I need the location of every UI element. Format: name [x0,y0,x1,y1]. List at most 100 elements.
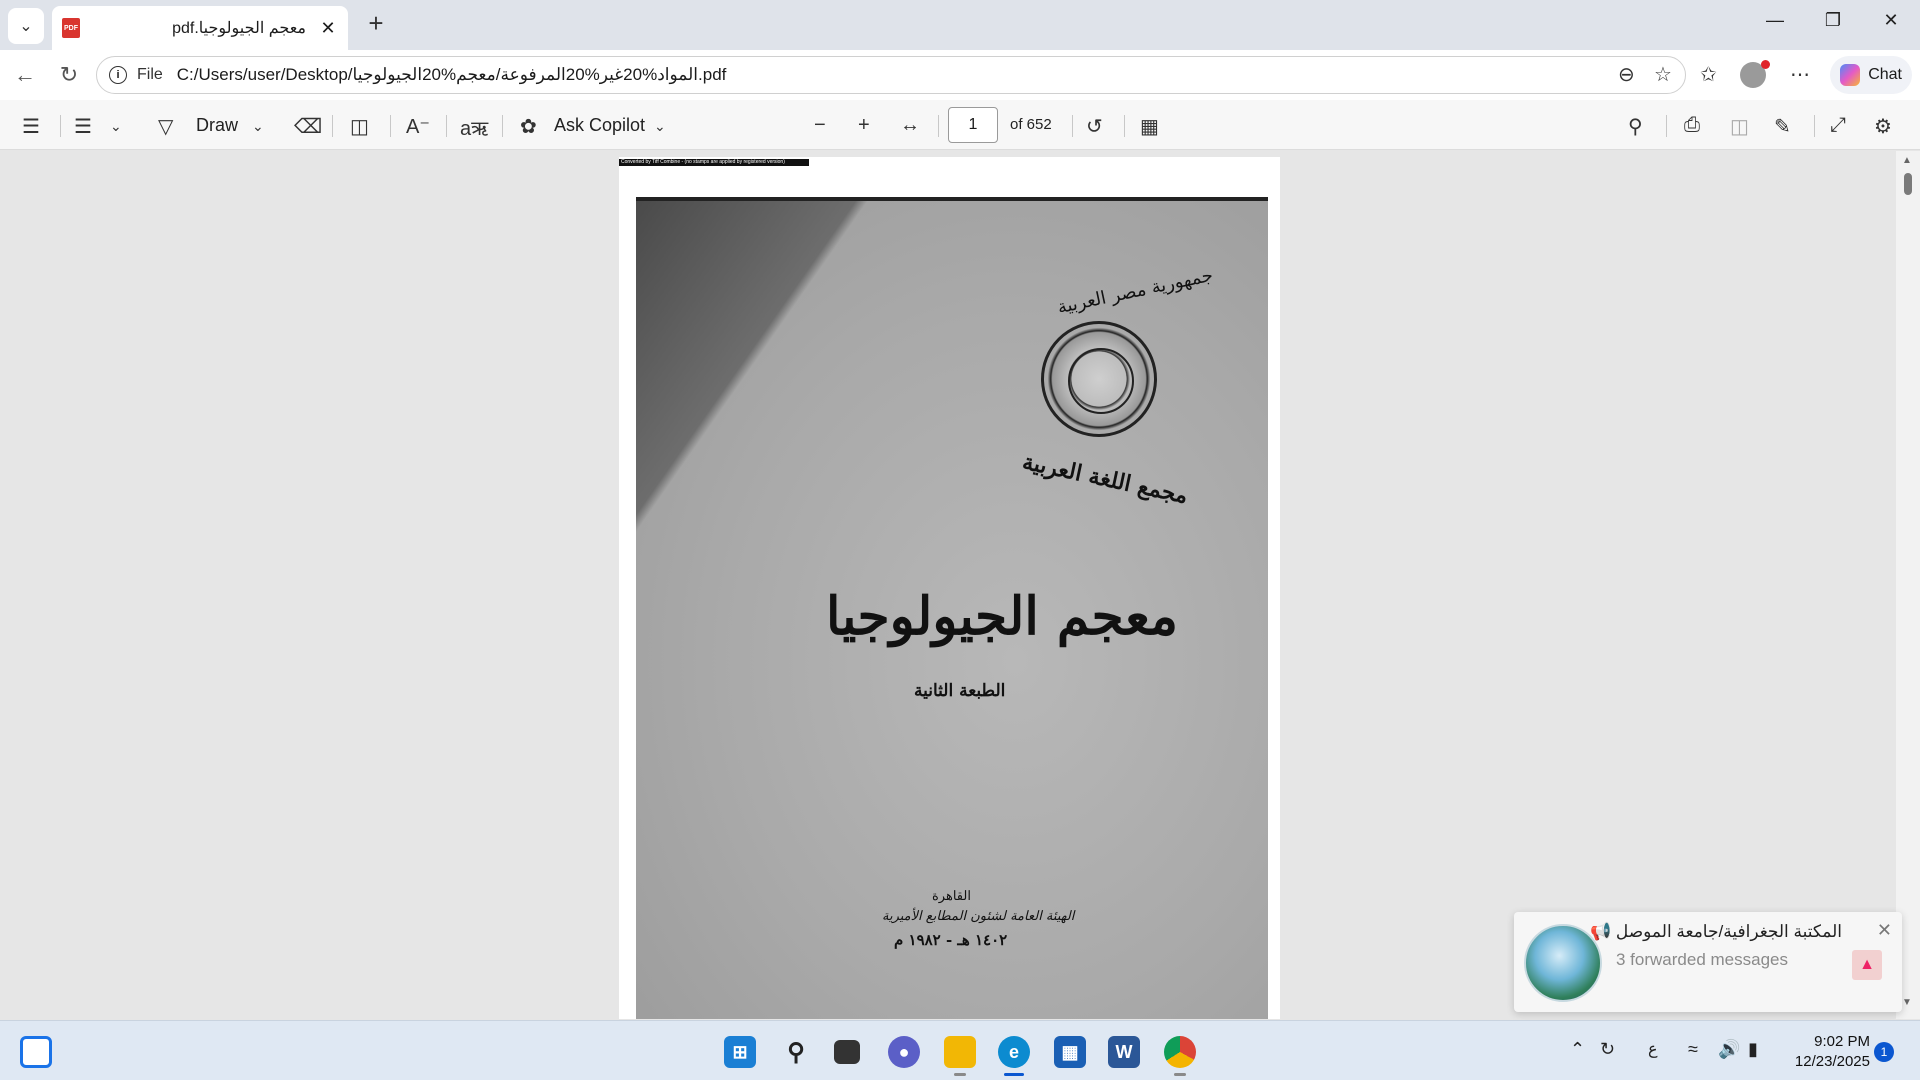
chevron-down-icon: ⌄ [19,18,33,35]
cover-title: معجم الجيولوجيا [826,586,1179,647]
info-icon[interactable]: i [109,66,127,84]
fullscreen-icon[interactable]: ⤢ [1830,114,1846,137]
copilot-icon [1840,64,1861,86]
draw-dropdown-icon[interactable]: ⌄ [252,118,264,135]
vertical-scrollbar[interactable]: ▲ ▼ [1896,151,1920,1019]
search-taskbar-icon[interactable]: ⚲ [780,1036,812,1068]
page-number-input[interactable]: 1 [948,107,998,143]
input-language[interactable]: ع [1648,1039,1658,1059]
cover-edition: الطبعة الثانية [914,681,1006,701]
tab-actions-menu[interactable]: ⌄ [8,8,44,44]
title-bar: ⌄ PDF معجم الجيولوجيا.pdf ✕ + — ❐ ✕ [0,0,1920,50]
close-notification-icon[interactable]: ✕ [1877,920,1892,941]
close-window-button[interactable]: ✕ [1876,10,1906,31]
clock[interactable]: 9:02 PM 12/23/2025 [1780,1032,1870,1072]
navigation-bar: ← ↻ i File C:/Users/user/Desktop/المواد%… [0,50,1920,100]
draw-icon[interactable]: ▽ [158,114,173,139]
edge-browser-icon[interactable]: e [998,1036,1030,1068]
teams-chat-icon[interactable]: ● [888,1036,920,1068]
zoom-out-icon[interactable]: ⊖ [1618,62,1635,87]
separator [332,115,333,137]
pdf-attachment-icon: ▲ [1852,950,1882,980]
address-bar[interactable]: i File C:/Users/user/Desktop/المواد%20غي… [96,56,1686,94]
separator [1072,115,1073,137]
separator [1666,115,1667,137]
pdf-page: Converted by Tiff Combine - (no stamps a… [619,157,1280,1019]
draw-label[interactable]: Draw [196,115,238,136]
page-view-icon[interactable]: ▦ [1140,114,1159,139]
wifi-icon[interactable]: ≈ [1688,1039,1698,1060]
more-options-icon[interactable]: ⋯ [1790,62,1810,87]
add-text-icon[interactable]: ◫ [350,114,369,139]
fit-to-width-icon[interactable]: ↔ [900,114,920,137]
contents-list-icon[interactable]: ☰ [22,114,40,139]
separator [502,115,503,137]
copilot-chat-button[interactable]: Chat [1830,56,1912,94]
translate-icon[interactable]: aऋ [460,114,488,141]
notification-title: المكتبة الجغرافية/جامعة الموصل 📢 [1589,922,1842,941]
favorites-icon[interactable]: ✩ [1700,62,1717,87]
converter-watermark-strip: Converted by Tiff Combine - (no stamps a… [619,159,809,166]
pdf-viewer[interactable]: Converted by Tiff Combine - (no stamps a… [0,151,1920,1019]
show-hidden-icons-chevron[interactable]: ⌃ [1570,1039,1585,1060]
search-icon[interactable]: ⚲ [1628,114,1643,139]
page-total: of 652 [1010,116,1052,133]
cover-city: القاهرة [932,889,971,904]
read-aloud-icon[interactable]: A⁻ [406,114,430,139]
settings-gear-icon[interactable]: ⚙ [1874,114,1892,139]
notification-count-badge[interactable]: 1 [1874,1042,1894,1062]
chrome-icon[interactable] [1164,1036,1196,1068]
word-icon[interactable]: W [1108,1036,1140,1068]
microsoft-store-icon[interactable]: ▦ [1054,1036,1086,1068]
ask-copilot-icon[interactable]: ✿ [520,114,537,139]
highlight-icon[interactable]: ☰ [74,114,92,139]
new-tab-button[interactable]: + [362,10,390,38]
separator [60,115,61,137]
clock-time: 9:02 PM [1814,1033,1870,1050]
scroll-thumb[interactable] [1904,173,1912,195]
erase-icon[interactable]: ⌫ [294,114,322,139]
separator [390,115,391,137]
scanned-cover: جمهورية مصر العربية مجمع اللغة العربية م… [636,197,1268,1019]
separator [446,115,447,137]
print-icon[interactable]: ⎙ [1684,114,1700,137]
clock-date: 12/23/2025 [1794,1053,1870,1070]
url-scheme: File [137,66,163,83]
zoom-out-button[interactable]: − [814,114,826,137]
highlight-dropdown-icon[interactable]: ⌄ [110,118,122,135]
rotate-icon[interactable]: ↺ [1086,114,1103,139]
close-tab-icon[interactable]: ✕ [318,18,338,39]
notification-toast[interactable]: المكتبة الجغرافية/جامعة الموصل 📢 3 forwa… [1514,912,1902,1012]
sync-icon[interactable]: ↻ [1600,1039,1615,1060]
pdf-toolbar: ☰ ☰ ⌄ ▽ Draw ⌄ ⌫ ◫ A⁻ aऋ ✿ Ask Copilot ⌄… [0,100,1920,150]
separator [1814,115,1815,137]
chat-label: Chat [1868,66,1902,83]
minimize-button[interactable]: — [1760,10,1790,31]
file-explorer-icon[interactable] [944,1036,976,1068]
url-text[interactable]: C:/Users/user/Desktop/المواد%20غير%20الم… [177,65,727,85]
back-button[interactable]: ← [12,62,38,88]
ask-copilot-label[interactable]: Ask Copilot [554,115,645,136]
widgets-icon[interactable] [20,1036,52,1068]
academy-emblem-icon [1041,321,1157,437]
task-view-icon[interactable] [834,1040,860,1064]
battery-icon[interactable]: ▮ [1748,1039,1758,1060]
volume-icon[interactable]: 🔊 [1718,1039,1740,1060]
save-as-icon[interactable]: ✎ [1774,114,1791,139]
scroll-up-icon[interactable]: ▲ [1902,155,1912,166]
restore-button[interactable]: ❐ [1818,10,1848,31]
save-icon[interactable]: ◫ [1730,114,1749,139]
ask-copilot-dropdown-icon[interactable]: ⌄ [654,118,666,135]
running-indicator [1174,1073,1186,1076]
cover-date: ١٤٠٢ هـ - ١٩٨٢ م [894,931,1008,949]
cover-publisher: الهيئة العامة لشئون المطابع الأميرية [882,909,1075,924]
scroll-down-icon[interactable]: ▼ [1902,997,1912,1008]
windows-start-icon[interactable]: ⊞ [724,1036,756,1068]
active-tab[interactable]: PDF معجم الجيولوجيا.pdf ✕ [52,6,348,50]
separator [938,115,939,137]
pdf-file-icon: PDF [62,18,80,38]
zoom-in-button[interactable]: + [858,114,870,137]
running-indicator [954,1073,966,1076]
favorite-star-icon[interactable]: ☆ [1654,62,1672,87]
refresh-button[interactable]: ↻ [56,62,82,88]
